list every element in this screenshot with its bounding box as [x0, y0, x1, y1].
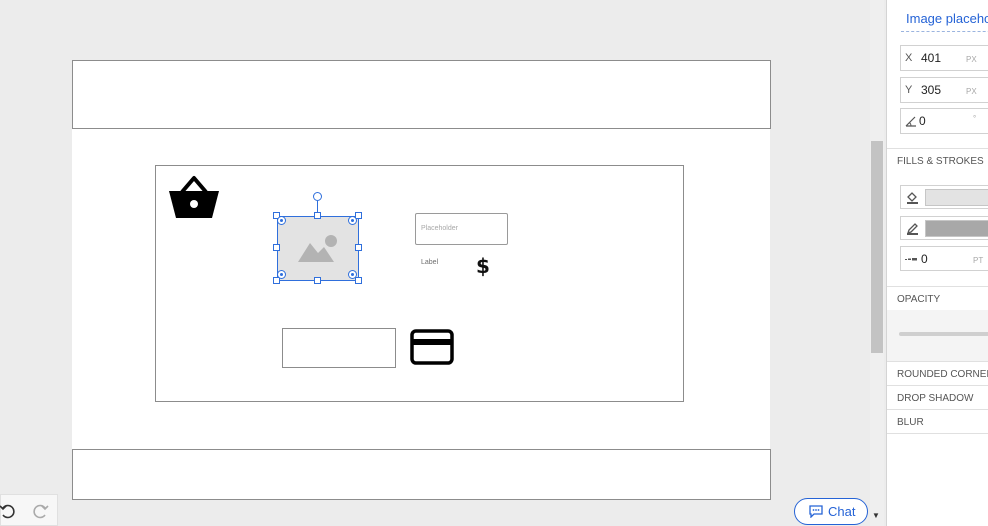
resize-handle-left[interactable] — [273, 244, 280, 251]
chat-button[interactable]: Chat — [794, 498, 868, 525]
rotate-handle[interactable] — [313, 192, 322, 201]
drop-shadow-section-header[interactable]: DROP SHADOW — [887, 385, 988, 409]
stroke-width-value[interactable]: 0 — [921, 252, 928, 266]
fill-color-swatch[interactable] — [925, 189, 988, 206]
stroke-width-field[interactable]: 0 PT — [900, 246, 988, 271]
stroke-color-swatch[interactable] — [925, 220, 988, 237]
label-text[interactable]: Label — [421, 259, 438, 266]
rounded-corners-section-header[interactable]: ROUNDED CORNERS — [887, 361, 988, 385]
shopping-basket-icon[interactable] — [168, 174, 220, 220]
corner-radius-handle[interactable] — [277, 216, 286, 225]
fill-color-row[interactable] — [900, 185, 988, 209]
resize-handle-bottom-right[interactable] — [355, 277, 362, 284]
paint-bucket-icon — [907, 192, 918, 204]
stroke-width-unit: PT — [973, 256, 984, 265]
dollar-icon[interactable]: $ — [476, 254, 490, 278]
undo-icon[interactable] — [0, 503, 15, 519]
y-value[interactable]: 305 — [921, 83, 941, 97]
content-card-box[interactable] — [155, 165, 684, 402]
y-unit: PX — [966, 87, 977, 96]
corner-radius-handle[interactable] — [348, 216, 357, 225]
opacity-section-body — [887, 310, 988, 362]
blur-section-header[interactable]: BLUR — [887, 409, 988, 434]
footer-placeholder-box[interactable] — [72, 449, 771, 500]
properties-panel: Image placeholder X 401 PX Y 305 PX 0 ° … — [886, 0, 988, 526]
input-placeholder-text: Placeholder — [421, 225, 458, 232]
redo-icon[interactable] — [33, 503, 49, 519]
opacity-slider[interactable] — [899, 332, 988, 336]
undo-redo-tray — [0, 494, 58, 526]
rotation-field[interactable]: 0 ° — [900, 108, 988, 134]
opacity-section-header[interactable]: OPACITY — [887, 286, 988, 310]
y-position-field[interactable]: Y 305 PX — [900, 77, 988, 103]
element-name-field[interactable]: Image placeholder — [906, 11, 988, 26]
angle-icon — [905, 116, 916, 127]
pencil-icon — [906, 223, 918, 235]
image-placeholder[interactable] — [277, 216, 359, 281]
stroke-width-icon — [905, 258, 917, 261]
rotation-unit: ° — [973, 114, 977, 123]
x-unit: PX — [966, 55, 977, 64]
y-label: Y — [905, 84, 913, 96]
resize-handle-bottom[interactable] — [314, 277, 321, 284]
fills-strokes-section-header[interactable]: FILLS & STROKES — [887, 148, 988, 172]
credit-card-icon[interactable] — [410, 329, 454, 365]
image-icon — [298, 235, 337, 262]
chat-bubble-icon — [809, 505, 823, 518]
element-name-underline — [901, 31, 988, 32]
x-label: X — [905, 52, 913, 64]
x-position-field[interactable]: X 401 PX — [900, 45, 988, 71]
resize-handle-right[interactable] — [355, 244, 362, 251]
resize-handle-top[interactable] — [314, 212, 321, 219]
chat-label: Chat — [828, 504, 856, 519]
corner-radius-handle[interactable] — [277, 270, 286, 279]
chat-caret-icon[interactable]: ▼ — [872, 511, 880, 520]
rotation-value[interactable]: 0 — [919, 114, 926, 128]
header-placeholder-box[interactable] — [72, 60, 771, 129]
text-input-placeholder[interactable]: Placeholder — [415, 213, 508, 245]
stroke-color-row[interactable] — [900, 216, 988, 240]
canvas-scrollbar-thumb[interactable] — [871, 141, 883, 353]
empty-input-box[interactable] — [282, 328, 396, 368]
x-value[interactable]: 401 — [921, 51, 941, 65]
corner-radius-handle[interactable] — [348, 270, 357, 279]
